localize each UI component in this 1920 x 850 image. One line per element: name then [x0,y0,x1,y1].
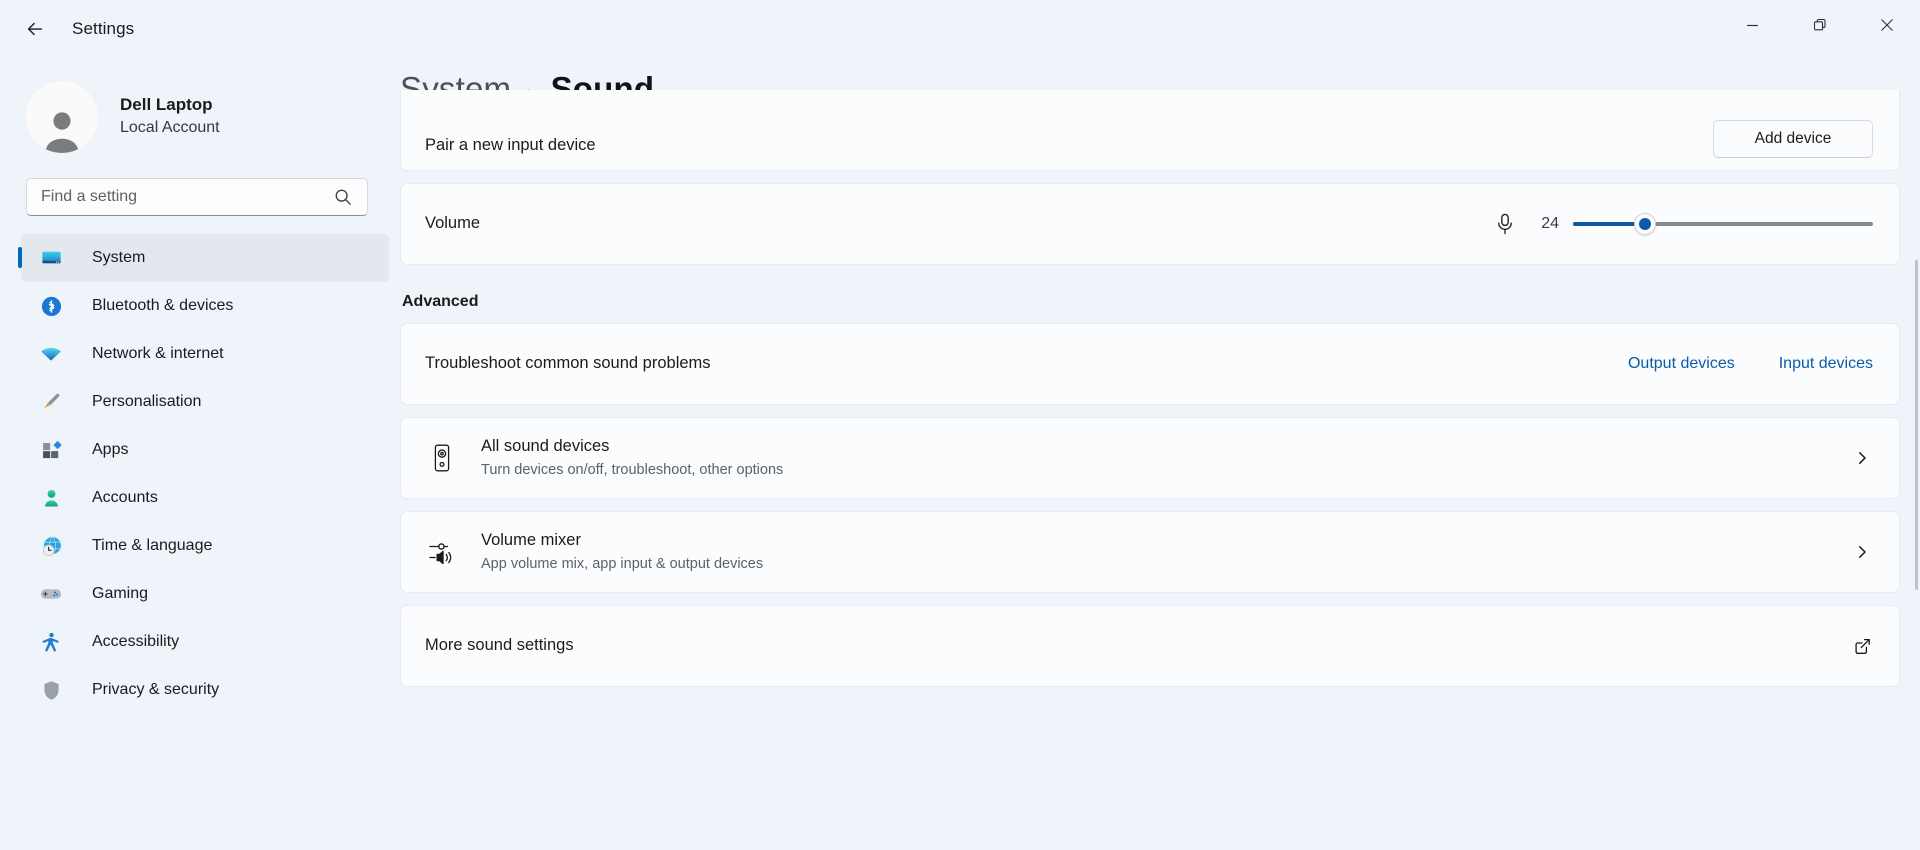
volume-mixer-row: Volume mixer App volume mix, app input &… [401,512,1899,592]
sidebar-item-label: Network & internet [92,345,224,363]
volume-value: 24 [1525,215,1559,233]
more-sound-settings-card[interactable]: More sound settings [400,605,1900,687]
person-icon [39,486,63,510]
troubleshoot-output-devices-link[interactable]: Output devices [1628,355,1735,373]
sidebar-item-accessibility[interactable]: Accessibility [21,618,389,666]
volume-row: Volume 24 [401,184,1899,264]
sidebar-item-system[interactable]: System [21,234,389,282]
paintbrush-icon [39,390,63,414]
sidebar-item-time-language[interactable]: Time & language [21,522,389,570]
sidebar-item-label: System [92,249,145,267]
pair-input-device-card: Pair a new input device Add device [400,90,1900,171]
volume-control: 24 [1493,211,1873,237]
search-box[interactable] [26,178,368,216]
minimize-icon [1746,19,1759,32]
settings-scroll-area: Pair a new input device Add device Volum… [400,90,1920,810]
restore-icon [1813,18,1827,32]
sidebar-item-personalisation[interactable]: Personalisation [21,378,389,426]
volume-mixer-subtitle: App volume mix, app input & output devic… [481,554,1837,575]
microphone-icon [1493,211,1517,237]
volume-card: Volume 24 [400,183,1900,265]
restore-button[interactable] [1786,0,1853,50]
mixer-icon [425,535,459,569]
sidebar-item-accounts[interactable]: Accounts [21,474,389,522]
search-input[interactable] [27,188,334,206]
more-sound-settings-label: More sound settings [425,634,1837,658]
account-type: Local Account [120,117,220,139]
troubleshoot-card: Troubleshoot common sound problems Outpu… [400,323,1900,405]
sidebar-item-privacy-security[interactable]: Privacy & security [21,666,389,714]
back-button[interactable] [12,9,58,49]
volume-mixer-title: Volume mixer [481,529,1837,553]
sidebar-item-label: Accessibility [92,633,179,651]
minimize-button[interactable] [1719,0,1786,50]
main-content: System › Sound Pair a new input device A… [400,58,1920,850]
sidebar-nav: System Bluetooth & devices [0,234,400,714]
slider-thumb[interactable] [1634,213,1656,235]
all-sound-devices-card[interactable]: All sound devices Turn devices on/off, t… [400,417,1900,499]
avatar [26,81,98,153]
sidebar-item-label: Apps [92,441,128,459]
all-sound-devices-title: All sound devices [481,435,1837,459]
speaker-icon [425,441,459,475]
monitor-icon [39,246,63,270]
window-controls [1719,0,1920,50]
accessibility-icon [39,630,63,654]
sidebar-item-label: Bluetooth & devices [92,297,233,315]
sidebar-item-gaming[interactable]: Gaming [21,570,389,618]
back-arrow-icon [24,18,46,40]
sidebar-item-label: Accounts [92,489,158,507]
search-icon[interactable] [334,188,367,206]
all-sound-devices-subtitle: Turn devices on/off, troubleshoot, other… [481,460,1837,481]
close-icon [1880,18,1894,32]
gamepad-icon [39,582,63,606]
shield-icon [39,678,63,702]
troubleshoot-label: Troubleshoot common sound problems [425,352,1584,376]
apps-grid-icon [39,438,63,462]
scrollbar-thumb[interactable] [1915,260,1918,590]
volume-label: Volume [425,212,1493,236]
add-device-button[interactable]: Add device [1713,120,1873,158]
sidebar-item-label: Personalisation [92,393,201,411]
account-name: Dell Laptop [120,94,220,117]
bluetooth-icon [39,294,63,318]
chevron-right-icon [1851,541,1873,563]
clock-globe-icon [39,534,63,558]
account-block[interactable]: Dell Laptop Local Account [0,58,400,162]
sidebar: Dell Laptop Local Account [0,58,400,850]
wifi-icon [39,342,63,366]
scrollbar[interactable] [1915,90,1918,810]
troubleshoot-input-devices-link[interactable]: Input devices [1779,355,1873,373]
window-title: Settings [72,19,134,39]
advanced-section-heading: Advanced [402,293,1900,311]
more-sound-settings-row: More sound settings [401,606,1899,686]
pair-input-device-row: Pair a new input device Add device [401,90,1899,170]
volume-slider[interactable] [1573,213,1873,235]
close-button[interactable] [1853,0,1920,50]
sidebar-item-network-internet[interactable]: Network & internet [21,330,389,378]
sidebar-item-label: Gaming [92,585,148,603]
external-link-icon [1851,635,1873,657]
title-bar: Settings [0,0,1920,58]
sidebar-item-apps[interactable]: Apps [21,426,389,474]
person-avatar-icon [39,107,85,153]
troubleshoot-row: Troubleshoot common sound problems Outpu… [401,324,1899,404]
pair-input-device-label: Pair a new input device [425,134,1713,158]
sidebar-item-label: Privacy & security [92,681,219,699]
chevron-right-icon [1851,447,1873,469]
all-sound-devices-row: All sound devices Turn devices on/off, t… [401,418,1899,498]
sidebar-item-bluetooth-devices[interactable]: Bluetooth & devices [21,282,389,330]
volume-mixer-card[interactable]: Volume mixer App volume mix, app input &… [400,511,1900,593]
sidebar-item-label: Time & language [92,537,212,555]
